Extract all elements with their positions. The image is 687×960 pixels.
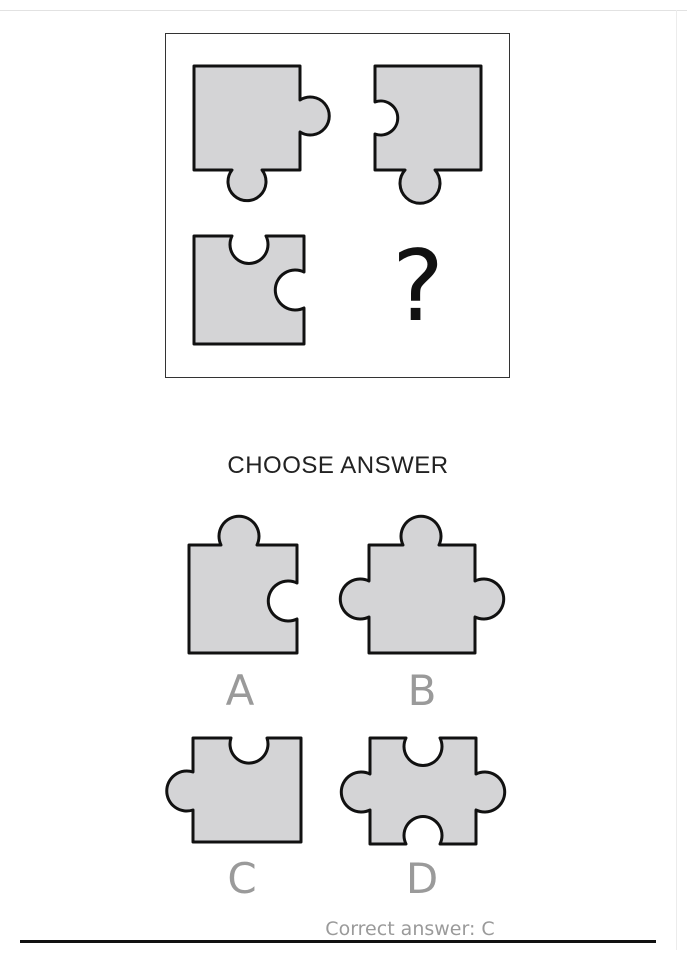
puzzle-piece-top-right <box>373 64 483 205</box>
page-top-edge <box>0 10 687 11</box>
option-d-label[interactable]: D <box>392 858 452 900</box>
option-a-piece[interactable] <box>183 503 308 658</box>
option-c-label[interactable]: C <box>212 858 272 900</box>
option-b-piece[interactable] <box>333 503 518 658</box>
choose-answer-heading: CHOOSE ANSWER <box>227 452 449 479</box>
correct-answer-text: Correct answer: C <box>325 918 495 940</box>
puzzle-piece-top-left <box>192 64 331 203</box>
option-d-piece[interactable] <box>330 732 520 852</box>
page-right-edge <box>676 10 677 950</box>
option-b-label[interactable]: B <box>392 670 452 712</box>
option-a-label[interactable]: A <box>210 670 270 712</box>
bottom-divider <box>20 940 656 943</box>
puzzle-piece-bottom-left <box>192 234 306 346</box>
missing-piece-question-mark: ? <box>391 230 444 344</box>
option-c-piece[interactable] <box>155 732 310 852</box>
